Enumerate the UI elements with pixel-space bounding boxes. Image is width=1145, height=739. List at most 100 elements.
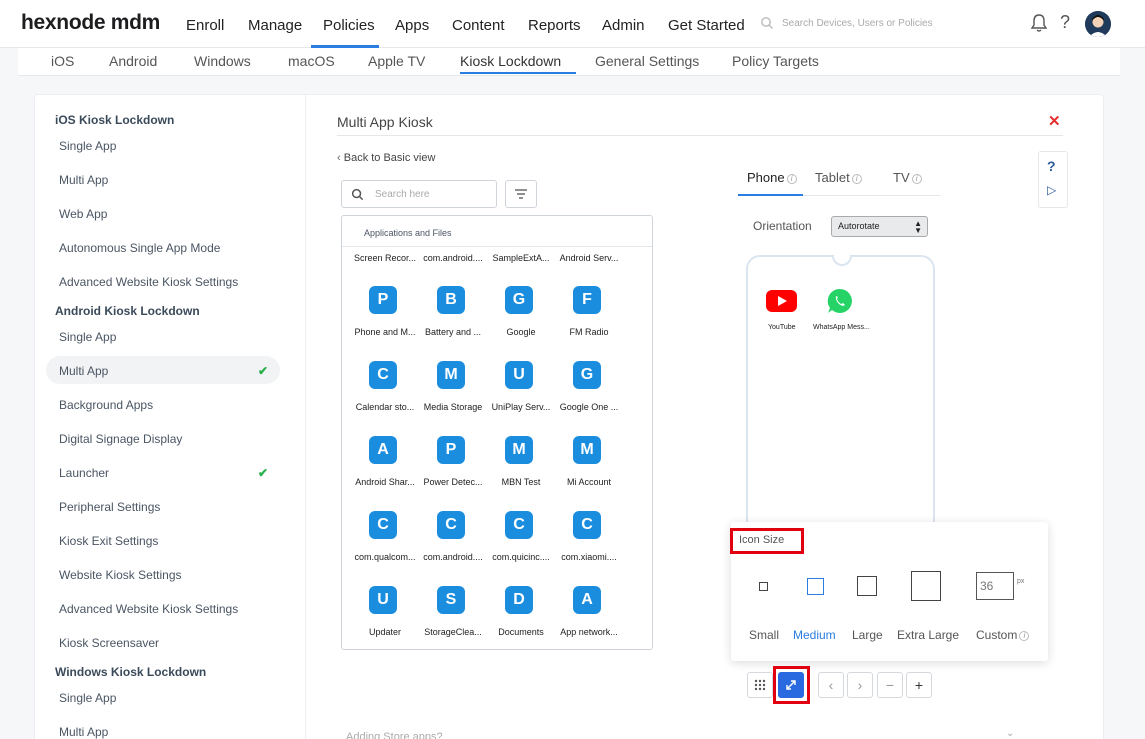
sidebar-item-digital-signage[interactable]: Digital Signage Display xyxy=(59,432,182,446)
question-icon[interactable]: ? xyxy=(1047,158,1056,174)
nav-policies[interactable]: Policies xyxy=(323,17,375,34)
app-icon[interactable]: U xyxy=(505,361,533,389)
sidebar-item-android-multi-app[interactable]: Multi App xyxy=(59,364,108,378)
size-extra-large-label[interactable]: Extra Large xyxy=(897,628,959,642)
size-small-option[interactable] xyxy=(759,582,768,591)
app-icon[interactable]: S xyxy=(437,586,465,614)
tab-windows[interactable]: Windows xyxy=(194,53,251,69)
app-icon[interactable]: C xyxy=(437,511,465,539)
app-icon[interactable]: C xyxy=(369,511,397,539)
app-icon[interactable]: B xyxy=(437,286,465,314)
applications-list: Applications and Files xyxy=(341,215,653,650)
previous-page-button[interactable]: ‹ xyxy=(818,672,844,698)
app-icon[interactable]: M xyxy=(437,361,465,389)
tab-android[interactable]: Android xyxy=(109,53,157,69)
app-label: Android Serv... xyxy=(559,253,619,263)
app-icon[interactable]: A xyxy=(369,436,397,464)
nav-enroll[interactable]: Enroll xyxy=(186,17,224,34)
app-icon[interactable]: P xyxy=(369,286,397,314)
tab-tv-label: TV xyxy=(893,170,910,185)
top-bar: hexnode mdm Enroll Manage Policies Apps … xyxy=(0,0,1145,48)
tab-macos[interactable]: macOS xyxy=(288,53,335,69)
size-custom-label[interactable]: Custom i xyxy=(976,628,1030,642)
subtab-active-indicator xyxy=(460,72,576,74)
sidebar-item-ios-single-app[interactable]: Single App xyxy=(59,139,116,153)
app-icon[interactable]: A xyxy=(573,586,601,614)
close-icon[interactable]: ✕ xyxy=(1048,112,1061,130)
size-medium-label[interactable]: Medium xyxy=(793,628,836,642)
global-search-input[interactable]: Search Devices, Users or Policies xyxy=(760,16,990,34)
sidebar-item-peripheral-settings[interactable]: Peripheral Settings xyxy=(59,500,160,514)
tab-phone[interactable]: Phone i xyxy=(747,170,797,185)
logo[interactable]: hexnode mdm xyxy=(21,11,160,35)
youtube-icon[interactable] xyxy=(766,290,797,312)
app-icon[interactable]: M xyxy=(505,436,533,464)
app-icon[interactable]: C xyxy=(369,361,397,389)
play-icon[interactable]: ▷ xyxy=(1047,183,1056,197)
sidebar-item-ios-autonomous[interactable]: Autonomous Single App Mode xyxy=(59,241,220,255)
add-page-button[interactable]: + xyxy=(906,672,932,698)
back-to-basic-view-link[interactable]: ‹ Back to Basic view xyxy=(337,152,435,164)
app-label: Screen Recor... xyxy=(353,253,417,263)
tab-ios[interactable]: iOS xyxy=(51,53,74,69)
nav-admin[interactable]: Admin xyxy=(602,17,645,34)
app-icon[interactable]: M xyxy=(573,436,601,464)
sidebar-item-windows-single-app[interactable]: Single App xyxy=(59,691,116,705)
size-large-label[interactable]: Large xyxy=(852,628,883,642)
adding-store-apps-link[interactable]: Adding Store apps? xyxy=(346,731,443,739)
app-icon[interactable]: U xyxy=(369,586,397,614)
sidebar-item-kiosk-exit[interactable]: Kiosk Exit Settings xyxy=(59,534,158,548)
size-extra-large-option[interactable] xyxy=(911,571,941,601)
size-small-label[interactable]: Small xyxy=(749,628,779,642)
sidebar-item-android-advanced-website[interactable]: Advanced Website Kiosk Settings xyxy=(59,602,238,616)
app-search-input[interactable]: Search here xyxy=(341,180,497,208)
tab-policy-targets[interactable]: Policy Targets xyxy=(732,53,819,69)
sidebar-item-android-single-app[interactable]: Single App xyxy=(59,330,116,344)
nav-content[interactable]: Content xyxy=(452,17,505,34)
nav-manage[interactable]: Manage xyxy=(248,17,302,34)
app-label: Calendar sto... xyxy=(355,402,415,412)
bell-icon[interactable] xyxy=(1030,13,1048,33)
next-page-button[interactable]: › xyxy=(847,672,873,698)
app-icon[interactable]: F xyxy=(573,286,601,314)
app-icon[interactable]: D xyxy=(505,586,533,614)
user-avatar-icon xyxy=(1085,11,1111,37)
nav-reports[interactable]: Reports xyxy=(528,17,581,34)
app-label: com.qualcom... xyxy=(354,552,416,562)
filter-button[interactable] xyxy=(505,180,537,208)
sidebar-item-background-apps[interactable]: Background Apps xyxy=(59,398,153,412)
app-label: Media Storage xyxy=(423,402,483,412)
chevron-down-icon[interactable]: ⌄ xyxy=(1006,728,1014,739)
size-medium-option[interactable] xyxy=(807,578,824,595)
search-icon xyxy=(351,188,364,201)
remove-page-button[interactable]: − xyxy=(877,672,903,698)
app-icon[interactable]: P xyxy=(437,436,465,464)
sidebar-heading-windows: Windows Kiosk Lockdown xyxy=(55,665,207,679)
nav-apps[interactable]: Apps xyxy=(395,17,429,34)
app-icon[interactable]: G xyxy=(573,361,601,389)
sidebar-item-kiosk-screensaver[interactable]: Kiosk Screensaver xyxy=(59,636,159,650)
app-icon[interactable]: C xyxy=(505,511,533,539)
size-large-option[interactable] xyxy=(857,576,877,596)
sidebar-item-launcher[interactable]: Launcher xyxy=(59,466,109,480)
tab-kiosk-lockdown[interactable]: Kiosk Lockdown xyxy=(460,53,561,69)
app-icon[interactable]: C xyxy=(573,511,601,539)
grid-view-button[interactable] xyxy=(747,672,773,698)
orientation-select[interactable]: Autorotate ▲ ▼ xyxy=(831,216,928,237)
whatsapp-icon[interactable] xyxy=(827,288,853,314)
chevron-right-icon: › xyxy=(857,677,863,693)
sidebar-item-ios-multi-app[interactable]: Multi App xyxy=(59,173,108,187)
tab-apple-tv[interactable]: Apple TV xyxy=(368,53,425,69)
avatar[interactable] xyxy=(1085,11,1111,37)
sidebar-item-ios-web-app[interactable]: Web App xyxy=(59,207,107,221)
app-icon[interactable]: G xyxy=(505,286,533,314)
sidebar-item-ios-advanced-website[interactable]: Advanced Website Kiosk Settings xyxy=(59,275,238,289)
custom-size-input[interactable]: 36 xyxy=(976,572,1014,600)
tab-general-settings[interactable]: General Settings xyxy=(595,53,699,69)
nav-get-started[interactable]: Get Started xyxy=(668,17,745,34)
sidebar-item-website-kiosk[interactable]: Website Kiosk Settings xyxy=(59,568,182,582)
tab-tablet[interactable]: Tablet i xyxy=(815,170,862,185)
help-icon[interactable]: ? xyxy=(1060,12,1070,33)
tab-tv[interactable]: TV i xyxy=(893,170,922,185)
sidebar-item-windows-multi-app[interactable]: Multi App xyxy=(59,725,108,739)
